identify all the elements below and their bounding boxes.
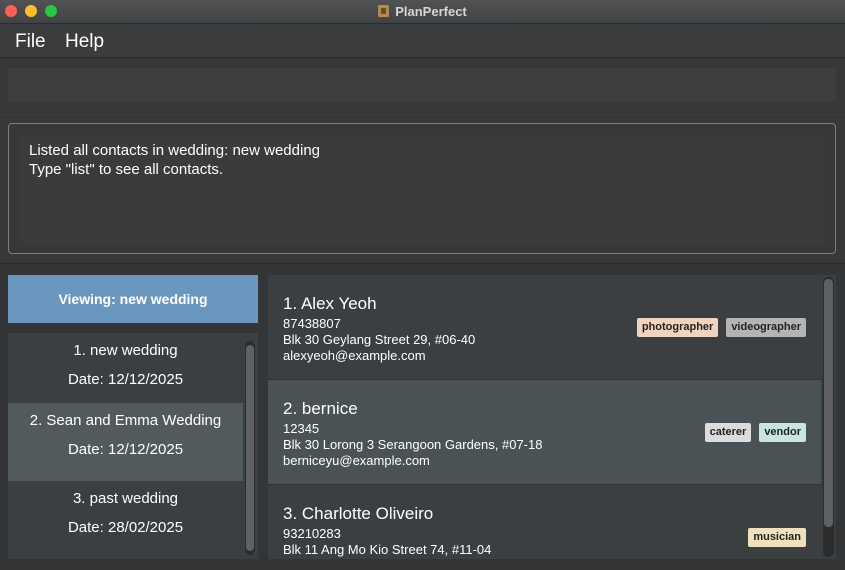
contact-email: alexyeoh@example.com [283,348,426,363]
tag-musician: musician [748,528,806,547]
contact-phone: 93210283 [283,526,341,541]
result-panel: Listed all contacts in wedding: new wedd… [0,115,845,264]
contact-phone: 12345 [283,421,320,436]
wedding-list-scroll-thumb[interactable] [246,345,254,551]
menu-bar: File Help [0,25,845,58]
contact-phone: 87438807 [283,316,341,331]
tag-photographer: photographer [636,318,719,337]
result-display: Listed all contacts in wedding: new wedd… [20,135,824,243]
viewing-wedding-header: Viewing: new wedding [8,275,258,323]
contact-email: berniceyu@example.com [283,453,430,468]
contact-name: 3. Charlotte Oliveiro [283,504,434,523]
wedding-name: 1. new wedding [73,342,178,359]
contact-list: 1. Alex Yeoh 87438807 Blk 30 Geylang Str… [268,275,836,559]
contact-list-scroll-thumb[interactable] [824,279,833,527]
tag-caterer: caterer [704,423,752,442]
wedding-card[interactable]: 3. past wedding Date: 28/02/2025 [8,481,243,559]
command-box-panel [0,58,845,114]
contact-address: Blk 11 Ang Mo Kio Street 74, #11-04 [283,542,492,557]
contact-name: 1. Alex Yeoh [283,294,377,313]
contact-card[interactable]: 1. Alex Yeoh 87438807 Blk 30 Geylang Str… [268,275,821,380]
result-line-2: Type "list" to see all contacts. [29,161,224,178]
wedding-date: Date: 28/02/2025 [67,519,184,536]
contact-address: Blk 30 Geylang Street 29, #06-40 [283,332,476,347]
tag-videographer: videographer [726,318,806,337]
contact-card-selected[interactable]: 2. bernice 12345 Blk 30 Lorong 3 Serango… [268,380,821,485]
wedding-name: 2. Sean and Emma Wedding [29,412,222,429]
wedding-date: Date: 12/12/2025 [67,441,184,458]
contact-tags: musician [748,528,806,547]
result-line-1: Listed all contacts in wedding: new wedd… [29,142,321,159]
window-title-text: PlanPerfect [395,4,467,19]
contact-tags: caterer vendor [704,423,806,442]
contact-address: Blk 30 Lorong 3 Serangoon Gardens, #07-1… [283,437,543,452]
command-input[interactable] [8,68,836,102]
wedding-card[interactable]: 1. new wedding Date: 12/12/2025 [8,333,243,411]
menu-file[interactable]: File [15,31,46,53]
wedding-date: Date: 12/12/2025 [67,371,184,388]
window-title: PlanPerfect [0,4,845,19]
contact-card[interactable]: 3. Charlotte Oliveiro 93210283 Blk 11 An… [268,485,821,559]
app-icon [378,5,390,17]
wedding-list: 1. new wedding Date: 12/12/2025 2. Sean … [8,333,258,559]
wedding-name: 3. past wedding [72,490,179,507]
contact-name: 2. bernice [283,399,358,418]
main-content: Viewing: new wedding 1. new wedding Date… [0,264,845,570]
wedding-card-selected[interactable]: 2. Sean and Emma Wedding Date: 12/12/202… [8,403,243,481]
contact-tags: photographer videographer [636,318,806,337]
wedding-list-scrollbar[interactable] [245,341,255,555]
menu-help[interactable]: Help [65,31,104,53]
title-bar: PlanPerfect [0,0,845,24]
tag-vendor: vendor [759,423,806,442]
contact-list-scrollbar[interactable] [823,277,834,557]
